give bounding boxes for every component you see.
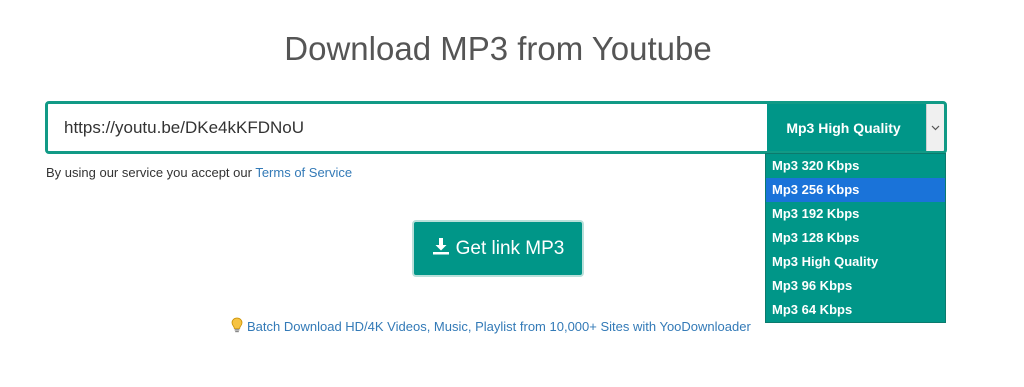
batch-download-text: Batch Download HD/4K Videos, Music, Play… [247, 319, 751, 334]
terms-of-service-link[interactable]: Terms of Service [255, 165, 352, 180]
page: Download MP3 from Youtube Mp3 High Quali… [0, 0, 1024, 387]
option-mp3-high-quality[interactable]: Mp3 High Quality [766, 250, 945, 274]
quality-dropdown: Mp3 320 Kbps Mp3 256 Kbps Mp3 192 Kbps M… [765, 153, 946, 323]
lightbulb-icon [231, 317, 243, 336]
option-mp3-128-kbps[interactable]: Mp3 128 Kbps [766, 226, 945, 250]
get-link-button[interactable]: Get link MP3 [412, 220, 584, 277]
option-mp3-192-kbps[interactable]: Mp3 192 Kbps [766, 202, 945, 226]
page-title: Download MP3 from Youtube [284, 30, 712, 67]
download-form: Mp3 High Quality [45, 101, 947, 154]
option-mp3-320-kbps[interactable]: Mp3 320 Kbps [766, 154, 945, 178]
tos-text: By using our service you accept our [46, 165, 256, 180]
chevron-down-icon[interactable] [926, 104, 944, 151]
option-mp3-256-kbps[interactable]: Mp3 256 Kbps [766, 178, 945, 202]
download-icon [432, 237, 450, 261]
url-input[interactable] [48, 104, 767, 151]
quality-select[interactable]: Mp3 High Quality [767, 104, 944, 151]
option-mp3-96-kbps[interactable]: Mp3 96 Kbps [766, 274, 945, 298]
tos-notice: By using our service you accept our Term… [46, 165, 352, 180]
quality-select-label: Mp3 High Quality [786, 119, 901, 136]
get-link-label: Get link MP3 [455, 237, 565, 259]
option-mp3-64-kbps[interactable]: Mp3 64 Kbps [766, 298, 945, 322]
batch-download-link[interactable]: Batch Download HD/4K Videos, Music, Play… [231, 317, 751, 336]
